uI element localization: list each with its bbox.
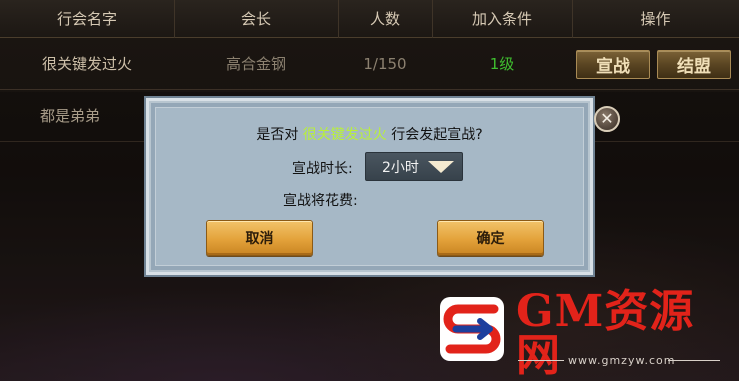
close-icon[interactable]: ✕ [594, 106, 620, 132]
confirm-button[interactable]: 确定 [437, 220, 544, 256]
dialog-question: 是否对 很关键发过火 行会发起宣战? [156, 124, 583, 144]
cost-label: 宣战将花费: [283, 193, 358, 209]
duration-value: 2小时 [382, 159, 419, 176]
header-requirement: 加入条件 [471, 10, 532, 28]
header-guild-name: 行会名字 [56, 10, 117, 28]
target-guild-name: 很关键发过火 [302, 127, 387, 143]
header-actions: 操作 [640, 10, 671, 28]
guild-requirement-cell: 1级 [489, 55, 515, 73]
chevron-down-icon[interactable] [428, 161, 454, 173]
guild-members-cell: 1/150 [363, 54, 407, 73]
alliance-button[interactable]: 结盟 [657, 50, 731, 79]
header-leader: 会长 [240, 10, 271, 28]
table-header: 行会名字 会长 人数 加入条件 操作 [0, 0, 739, 38]
watermark-logo-icon [440, 297, 504, 361]
watermark-url: www.gmzyw.com [568, 354, 676, 367]
guild-leader-cell: 高合金钢 [225, 55, 286, 73]
cancel-button[interactable]: 取消 [206, 220, 313, 256]
guild-name-cell: 很关键发过火 [41, 55, 132, 73]
duration-label: 宣战时长: [292, 161, 353, 177]
header-members: 人数 [369, 10, 400, 28]
question-prefix: 是否对 [256, 127, 299, 143]
duration-select[interactable]: 2小时 [365, 152, 463, 181]
question-suffix: 行会发起宣战? [391, 127, 483, 143]
watermark-divider [518, 360, 564, 361]
declare-war-dialog: 是否对 很关键发过火 行会发起宣战? 宣战时长: 2小时 宣战将花费: 取消 确… [146, 98, 593, 275]
dialog-panel: 是否对 很关键发过火 行会发起宣战? 宣战时长: 2小时 宣战将花费: 取消 确… [155, 107, 584, 266]
table-row[interactable]: 很关键发过火 高合金钢 1/150 1级 宣战 结盟 [0, 38, 739, 90]
declare-war-button[interactable]: 宣战 [576, 50, 650, 79]
watermark-divider [668, 360, 720, 361]
